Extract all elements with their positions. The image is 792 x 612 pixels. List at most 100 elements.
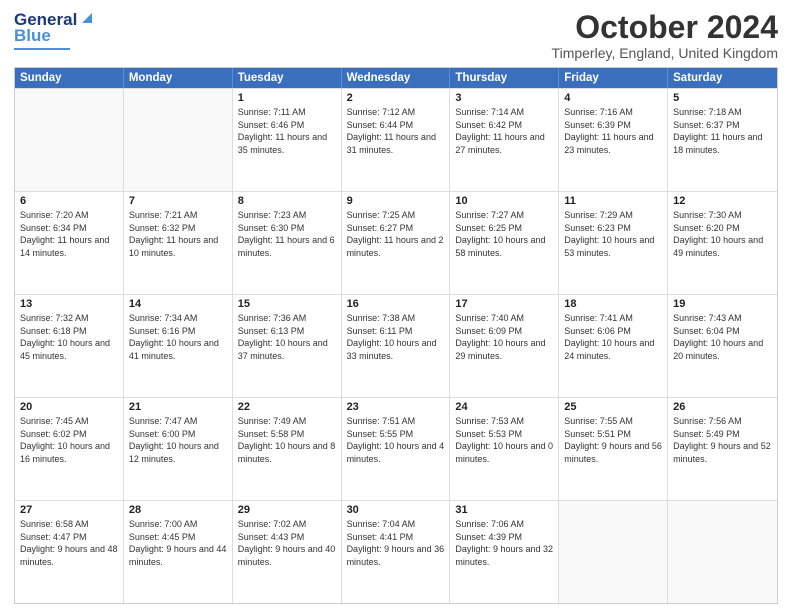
day-info-7: Sunrise: 7:21 AMSunset: 6:32 PMDaylight:… xyxy=(129,209,227,259)
day-cell-20: 20Sunrise: 7:45 AMSunset: 6:02 PMDayligh… xyxy=(15,398,124,500)
day-cell-16: 16Sunrise: 7:38 AMSunset: 6:11 PMDayligh… xyxy=(342,295,451,397)
day-number-8: 8 xyxy=(238,195,336,207)
header-friday: Friday xyxy=(559,68,668,88)
day-info-5: Sunrise: 7:18 AMSunset: 6:37 PMDaylight:… xyxy=(673,106,772,156)
day-cell-10: 10 Sunrise: 7:27 AMSunset: 6:25 PMDayligh… xyxy=(450,192,559,294)
day-number-24: 24 xyxy=(455,401,553,413)
day-number-31: 31 xyxy=(455,504,553,516)
day-cell-3: 3 Sunrise: 7:14 AMSunset: 6:42 PMDaylight… xyxy=(450,89,559,191)
week-row-3: 13 Sunrise: 7:32 AMSunset: 6:18 PMDayligh… xyxy=(15,294,777,397)
calendar: Sunday Monday Tuesday Wednesday Thursday… xyxy=(14,67,778,604)
day-cell-30: 30 Sunrise: 7:04 AMSunset: 4:41 PMDayligh… xyxy=(342,501,451,603)
day-number-3: 3 xyxy=(455,92,553,104)
day-number-13: 13 xyxy=(20,298,118,310)
logo-underline xyxy=(14,48,70,50)
day-cell-14: 14 Sunrise: 7:34 AMSunset: 6:16 PMDayligh… xyxy=(124,295,233,397)
day-number-7: 7 xyxy=(129,195,227,207)
day-info-14: Sunrise: 7:34 AMSunset: 6:16 PMDaylight:… xyxy=(129,312,227,362)
calendar-header: Sunday Monday Tuesday Wednesday Thursday… xyxy=(15,68,777,88)
day-number-11: 11 xyxy=(564,195,662,207)
day-number-10: 10 xyxy=(455,195,553,207)
location: Timperley, England, United Kingdom xyxy=(552,45,778,61)
day-info-4: Sunrise: 7:16 AMSunset: 6:39 PMDaylight:… xyxy=(564,106,662,156)
day-number-21: 21 xyxy=(129,401,227,413)
day-cell-31: 31 Sunrise: 7:06 AMSunset: 4:39 PMDayligh… xyxy=(450,501,559,603)
day-number-1: 1 xyxy=(238,92,336,104)
day-info-13: Sunrise: 7:32 AMSunset: 6:18 PMDaylight:… xyxy=(20,312,118,362)
day-number-18: 18 xyxy=(564,298,662,310)
day-cell-2: 2 Sunrise: 7:12 AMSunset: 6:44 PMDaylight… xyxy=(342,89,451,191)
header-wednesday: Wednesday xyxy=(342,68,451,88)
day-number-4: 4 xyxy=(564,92,662,104)
day-info-11: Sunrise: 7:29 AMSunset: 6:23 PMDaylight:… xyxy=(564,209,662,259)
day-info-12: Sunrise: 7:30 AMSunset: 6:20 PMDaylight:… xyxy=(673,209,772,259)
day-cell-28: 28 Sunrise: 7:00 AMSunset: 4:45 PMDayligh… xyxy=(124,501,233,603)
day-cell-9: 9Sunrise: 7:25 AMSunset: 6:27 PMDaylight… xyxy=(342,192,451,294)
day-cell-1: 1 Sunrise: 7:11 AMSunset: 6:46 PMDaylight… xyxy=(233,89,342,191)
day-cell-15: 15 Sunrise: 7:36 AMSunset: 6:13 PMDayligh… xyxy=(233,295,342,397)
day-info-28: Sunrise: 7:00 AMSunset: 4:45 PMDaylight:… xyxy=(129,518,227,568)
day-info-2: Sunrise: 7:12 AMSunset: 6:44 PMDaylight:… xyxy=(347,106,445,156)
day-info-15: Sunrise: 7:36 AMSunset: 6:13 PMDaylight:… xyxy=(238,312,336,362)
day-number-23: 23 xyxy=(347,401,445,413)
day-cell-27: 27 Sunrise: 6:58 AMSunset: 4:47 PMDayligh… xyxy=(15,501,124,603)
day-info-17: Sunrise: 7:40 AMSunset: 6:09 PMDaylight:… xyxy=(455,312,553,362)
week-row-4: 20Sunrise: 7:45 AMSunset: 6:02 PMDayligh… xyxy=(15,397,777,500)
day-cell-24: 24 Sunrise: 7:53 AMSunset: 5:53 PMDayligh… xyxy=(450,398,559,500)
day-number-25: 25 xyxy=(564,401,662,413)
day-number-26: 26 xyxy=(673,401,772,413)
header: General Blue October 2024 Timperley, Eng… xyxy=(14,10,778,61)
day-number-2: 2 xyxy=(347,92,445,104)
day-info-27: Sunrise: 6:58 AMSunset: 4:47 PMDaylight:… xyxy=(20,518,118,568)
day-cell-22: 22Sunrise: 7:49 AMSunset: 5:58 PMDayligh… xyxy=(233,398,342,500)
week-row-1: 1 Sunrise: 7:11 AMSunset: 6:46 PMDaylight… xyxy=(15,88,777,191)
day-number-15: 15 xyxy=(238,298,336,310)
day-number-22: 22 xyxy=(238,401,336,413)
day-info-18: Sunrise: 7:41 AMSunset: 6:06 PMDaylight:… xyxy=(564,312,662,362)
day-info-21: Sunrise: 7:47 AMSunset: 6:00 PMDaylight:… xyxy=(129,415,227,465)
day-number-28: 28 xyxy=(129,504,227,516)
day-number-5: 5 xyxy=(673,92,772,104)
day-cell-11: 11 Sunrise: 7:29 AMSunset: 6:23 PMDayligh… xyxy=(559,192,668,294)
day-info-24: Sunrise: 7:53 AMSunset: 5:53 PMDaylight:… xyxy=(455,415,553,465)
day-info-30: Sunrise: 7:04 AMSunset: 4:41 PMDaylight:… xyxy=(347,518,445,568)
day-info-3: Sunrise: 7:14 AMSunset: 6:42 PMDaylight:… xyxy=(455,106,553,156)
week-row-2: 6Sunrise: 7:20 AMSunset: 6:34 PMDaylight… xyxy=(15,191,777,294)
day-cell-4: 4 Sunrise: 7:16 AMSunset: 6:39 PMDaylight… xyxy=(559,89,668,191)
day-info-10: Sunrise: 7:27 AMSunset: 6:25 PMDaylight:… xyxy=(455,209,553,259)
day-info-23: Sunrise: 7:51 AMSunset: 5:55 PMDaylight:… xyxy=(347,415,445,465)
header-tuesday: Tuesday xyxy=(233,68,342,88)
empty-cell xyxy=(124,89,233,191)
day-info-26: Sunrise: 7:56 AMSunset: 5:49 PMDaylight:… xyxy=(673,415,772,465)
day-info-19: Sunrise: 7:43 AMSunset: 6:04 PMDaylight:… xyxy=(673,312,772,362)
day-cell-25: 25Sunrise: 7:55 AMSunset: 5:51 PMDayligh… xyxy=(559,398,668,500)
day-info-31: Sunrise: 7:06 AMSunset: 4:39 PMDaylight:… xyxy=(455,518,553,568)
day-number-30: 30 xyxy=(347,504,445,516)
empty-cell xyxy=(15,89,124,191)
day-cell-18: 18 Sunrise: 7:41 AMSunset: 6:06 PMDayligh… xyxy=(559,295,668,397)
day-cell-17: 17 Sunrise: 7:40 AMSunset: 6:09 PMDayligh… xyxy=(450,295,559,397)
day-cell-19: 19 Sunrise: 7:43 AMSunset: 6:04 PMDayligh… xyxy=(668,295,777,397)
empty-cell xyxy=(668,501,777,603)
day-number-16: 16 xyxy=(347,298,445,310)
day-number-27: 27 xyxy=(20,504,118,516)
day-cell-6: 6Sunrise: 7:20 AMSunset: 6:34 PMDaylight… xyxy=(15,192,124,294)
page: General Blue October 2024 Timperley, Eng… xyxy=(0,0,792,612)
day-number-12: 12 xyxy=(673,195,772,207)
day-cell-7: 7 Sunrise: 7:21 AMSunset: 6:32 PMDaylight… xyxy=(124,192,233,294)
empty-cell xyxy=(559,501,668,603)
day-number-19: 19 xyxy=(673,298,772,310)
title-block: October 2024 Timperley, England, United … xyxy=(552,10,778,61)
day-cell-26: 26 Sunrise: 7:56 AMSunset: 5:49 PMDayligh… xyxy=(668,398,777,500)
day-info-9: Sunrise: 7:25 AMSunset: 6:27 PMDaylight:… xyxy=(347,209,445,259)
day-number-6: 6 xyxy=(20,195,118,207)
day-number-14: 14 xyxy=(129,298,227,310)
logo-triangle-icon xyxy=(78,9,96,27)
day-cell-5: 5 Sunrise: 7:18 AMSunset: 6:37 PMDaylight… xyxy=(668,89,777,191)
day-info-1: Sunrise: 7:11 AMSunset: 6:46 PMDaylight:… xyxy=(238,106,336,156)
day-info-20: Sunrise: 7:45 AMSunset: 6:02 PMDaylight:… xyxy=(20,415,118,465)
day-info-29: Sunrise: 7:02 AMSunset: 4:43 PMDaylight:… xyxy=(238,518,336,568)
day-cell-23: 23 Sunrise: 7:51 AMSunset: 5:55 PMDayligh… xyxy=(342,398,451,500)
day-number-29: 29 xyxy=(238,504,336,516)
day-number-17: 17 xyxy=(455,298,553,310)
